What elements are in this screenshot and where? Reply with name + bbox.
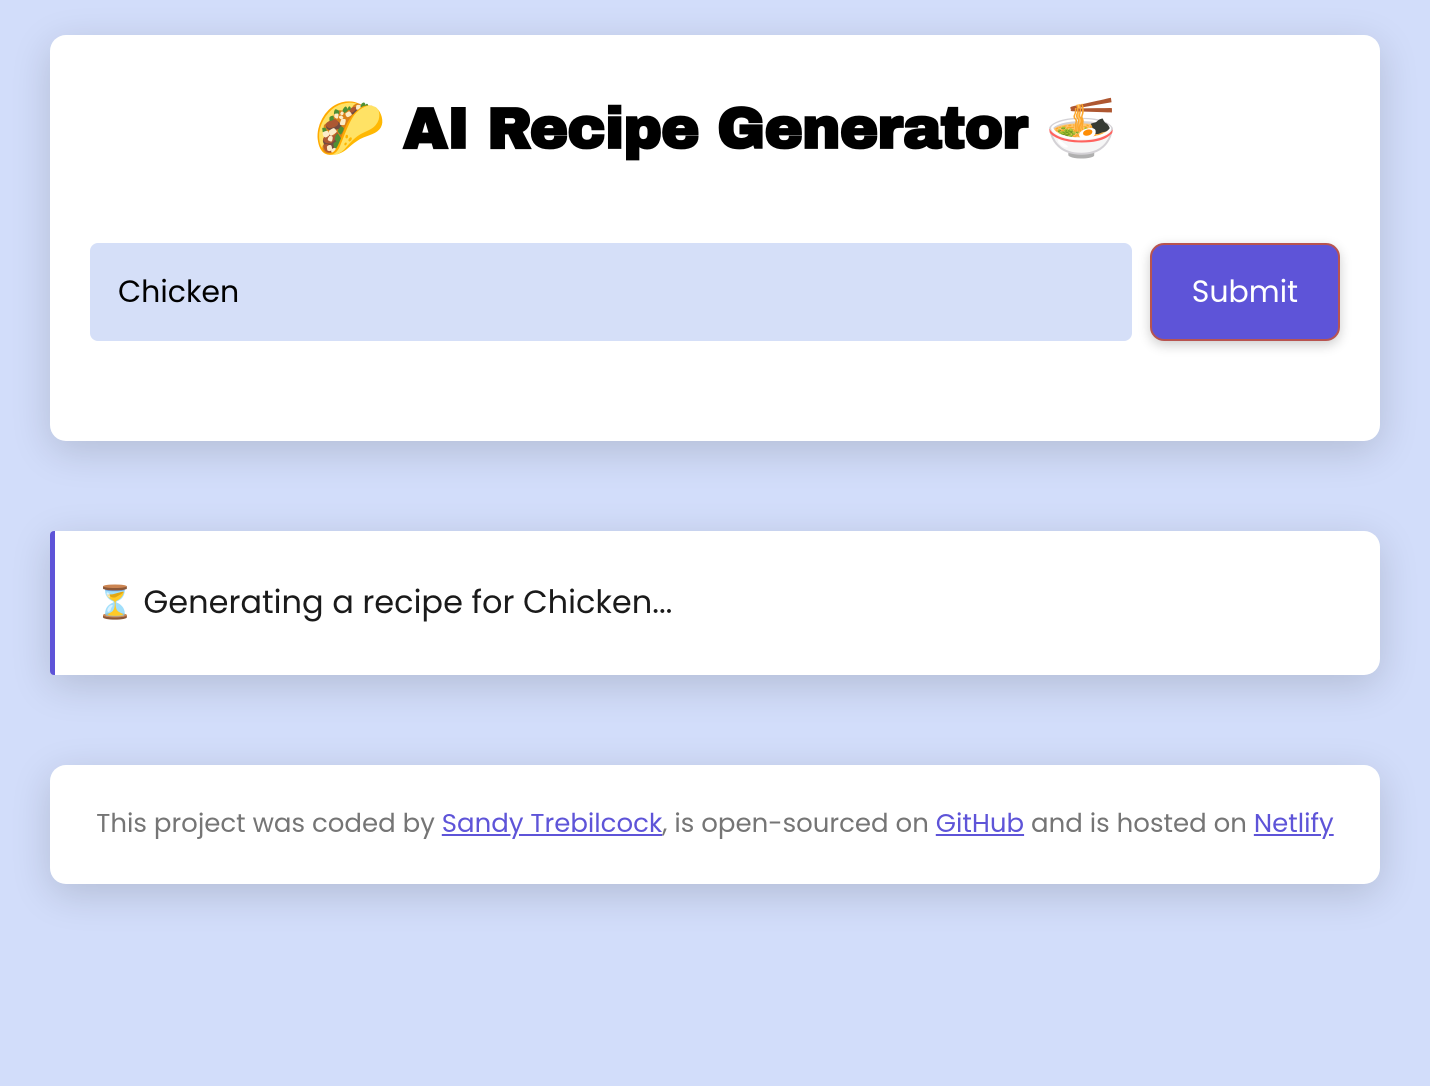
- ingredient-form: Submit: [90, 243, 1340, 341]
- netlify-link[interactable]: Netlify: [1254, 806, 1334, 842]
- status-card: ⏳ Generating a recipe for Chicken...: [50, 531, 1380, 675]
- github-link[interactable]: GitHub: [936, 806, 1024, 842]
- footer-text-1: This project was coded by: [96, 806, 442, 842]
- footer-card: This project was coded by Sandy Trebilco…: [50, 765, 1380, 884]
- submit-button[interactable]: Submit: [1150, 243, 1340, 341]
- footer-text-3: and is hosted on: [1024, 806, 1254, 842]
- status-message: ⏳ Generating a recipe for Chicken...: [95, 579, 1340, 627]
- main-card: 🌮 AI Recipe Generator 🍜 Submit: [50, 35, 1380, 441]
- ingredient-input[interactable]: [90, 243, 1132, 341]
- footer-text: This project was coded by Sandy Trebilco…: [90, 805, 1340, 844]
- author-link[interactable]: Sandy Trebilcock: [442, 806, 662, 842]
- footer-text-2: , is open-sourced on: [662, 806, 936, 842]
- page-title: 🌮 AI Recipe Generator 🍜: [90, 95, 1340, 163]
